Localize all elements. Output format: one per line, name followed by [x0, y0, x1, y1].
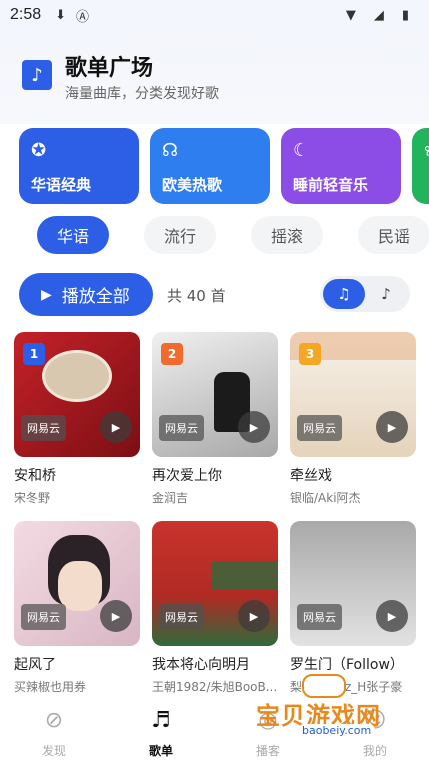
play-icon[interactable]: ▶ [100, 411, 132, 443]
category-card-partial[interactable]: ❀ [412, 128, 429, 204]
playlist-card[interactable]: 网易云 ▶ 起风了 买辣椒也用券 [14, 521, 140, 695]
download-icon: ⬇ [55, 7, 67, 23]
chip-pop[interactable]: 流行 [144, 216, 216, 254]
source-label: 网易云 [159, 415, 204, 441]
playlist-title: 安和桥 [14, 468, 56, 484]
category-label: 欧美热歌 [162, 176, 223, 194]
tab-label: 播客 [255, 744, 280, 758]
signal-icon: ◢ [373, 7, 384, 23]
a-icon: Ⓐ [76, 9, 90, 25]
chip-huayu[interactable]: 华语 [37, 216, 109, 254]
battery-icon: ▮ [401, 7, 409, 23]
playlist-title: 再次爱上你 [152, 468, 222, 484]
playlist-title: 起风了 [14, 657, 56, 673]
source-label: 网易云 [21, 415, 66, 441]
playlist-card[interactable]: 1 网易云 ▶ 安和桥 宋冬野 [14, 332, 140, 506]
play-icon[interactable]: ▶ [376, 600, 408, 632]
source-label: 网易云 [297, 604, 342, 630]
playlist-icon: ♬ [151, 708, 171, 733]
page-subtitle: 海量曲库，分类发现好歌 [65, 86, 219, 102]
moon-icon: ☾ [293, 140, 310, 161]
list-view-icon[interactable]: ♪ [365, 279, 407, 309]
source-label: 网易云 [159, 604, 204, 630]
playlist-artist: 金润吉 [152, 491, 189, 505]
rank-badge: 1 [23, 343, 45, 365]
category-card-western-hits[interactable]: ☊ 欧美热歌 [150, 128, 270, 204]
headphones-icon: ☊ [162, 140, 178, 161]
playlist-cover: 网易云 ▶ [290, 521, 416, 646]
tab-discover[interactable]: ⊘ 发现 [19, 708, 89, 759]
playlist-artist: 宋冬野 [14, 491, 51, 505]
play-icon[interactable]: ▶ [238, 411, 270, 443]
status-bar: 2:58 ⬇ Ⓐ ▼ ◢ ▮ [0, 0, 429, 30]
category-label: 睡前轻音乐 [293, 176, 369, 194]
page-title: 歌单广场 [65, 56, 154, 81]
leaf-icon: ❀ [424, 140, 429, 164]
playlist-artist: 银临/Aki阿杰 [290, 491, 361, 505]
view-toggle: ♫ ♪ [320, 276, 410, 312]
playlist-cover: 1 网易云 ▶ [14, 332, 140, 457]
chip-folk[interactable]: 民谣 [358, 216, 429, 254]
song-count: 共 40 首 [167, 287, 226, 305]
tab-playlists[interactable]: ♬ 歌单 [126, 708, 196, 759]
category-label: 华语经典 [31, 176, 92, 194]
playlist-cover: 网易云 ▶ [14, 521, 140, 646]
status-time: 2:58 [10, 6, 42, 23]
tab-label: 我的 [362, 744, 387, 758]
tab-label: 发现 [41, 744, 66, 758]
playlist-card[interactable]: 2 网易云 ▶ 再次爱上你 金润吉 [152, 332, 278, 506]
rank-badge: 3 [299, 343, 321, 365]
playlist-card[interactable]: 3 网易云 ▶ 牵丝戏 银临/Aki阿杰 [290, 332, 416, 506]
category-card-huayu-classic[interactable]: ✪ 华语经典 [19, 128, 139, 204]
tab-label: 歌单 [148, 744, 173, 758]
play-icon[interactable]: ▶ [376, 411, 408, 443]
page-header: ♪ 歌单广场 海量曲库，分类发现好歌 [0, 30, 429, 124]
playlist-cover: 2 网易云 ▶ [152, 332, 278, 457]
watermark-url: baobeiy.com [298, 724, 376, 737]
wifi-icon: ▼ [345, 7, 356, 23]
play-all-button[interactable]: ▶ 播放全部 [19, 273, 153, 316]
playlist-title: 牵丝戏 [290, 468, 332, 484]
playlist-logo-icon: ♪ [22, 60, 52, 90]
compass-icon: ⊘ [44, 708, 64, 733]
playlist-cover: 网易云 ▶ [152, 521, 278, 646]
play-icon[interactable]: ▶ [238, 600, 270, 632]
play-icon[interactable]: ▶ [100, 600, 132, 632]
play-all-label: 播放全部 [61, 287, 130, 307]
source-label: 网易云 [297, 415, 342, 441]
category-card-sleep-music[interactable]: ☾ 睡前轻音乐 [281, 128, 401, 204]
rank-badge: 2 [161, 343, 183, 365]
source-label: 网易云 [21, 604, 66, 630]
grid-view-icon[interactable]: ♫ [323, 279, 365, 309]
badge-icon: ✪ [31, 140, 47, 161]
playlist-cover: 3 网易云 ▶ [290, 332, 416, 457]
watermark-logo: 宝贝游戏网 baobeiy.com [250, 668, 400, 738]
play-icon: ▶ [41, 286, 52, 303]
chip-rock[interactable]: 摇滚 [251, 216, 323, 254]
watermark-mascot [302, 674, 346, 698]
category-row: ✪ 华语经典 ☊ 欧美热歌 ☾ 睡前轻音乐 ❀ [19, 128, 429, 204]
playlist-artist: 买辣椒也用券 [14, 680, 87, 694]
